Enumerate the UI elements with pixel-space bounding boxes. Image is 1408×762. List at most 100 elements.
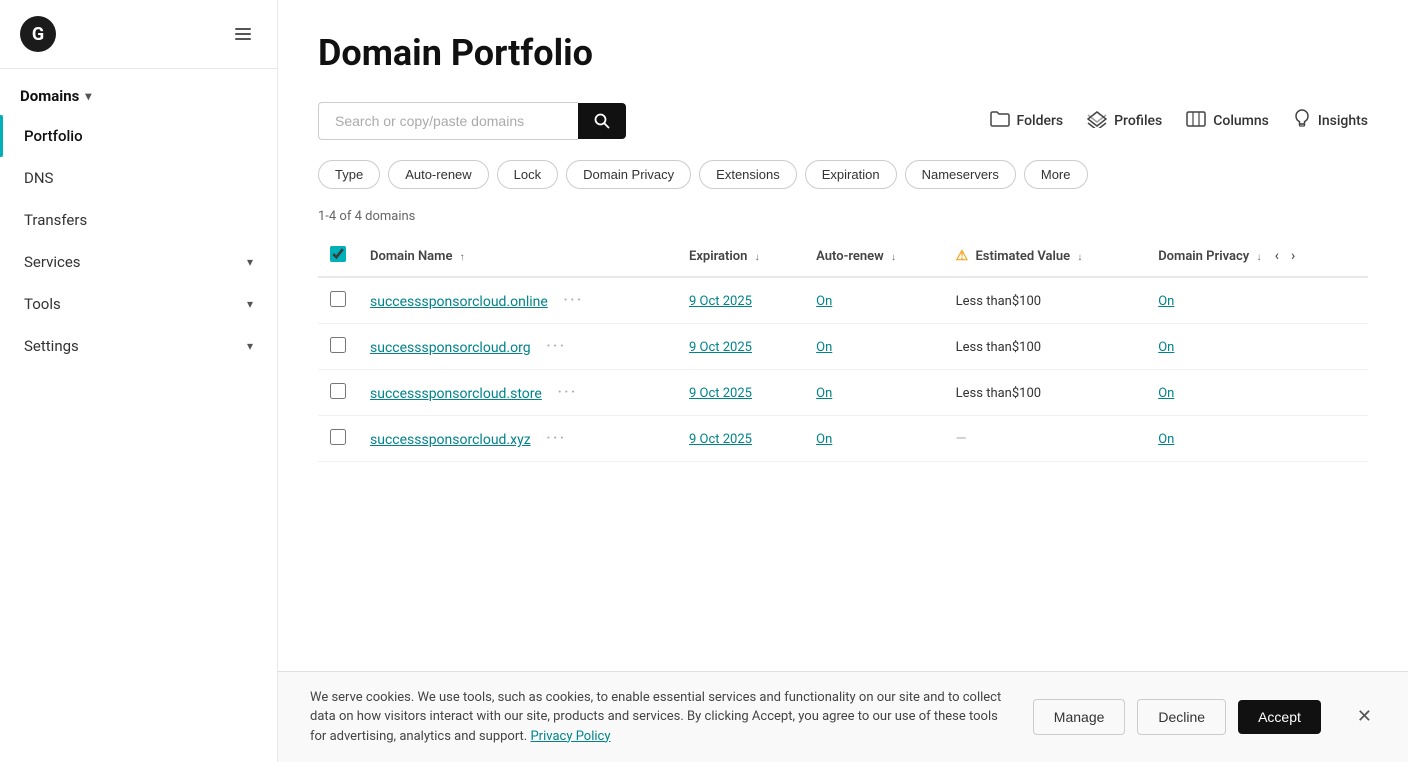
domain-privacy-link[interactable]: On: [1158, 340, 1174, 355]
domain-privacy-link[interactable]: On: [1158, 386, 1174, 401]
col-header-estimated-value[interactable]: ⚠ Estimated Value ↓: [944, 236, 1147, 277]
layers-icon: [1087, 110, 1107, 133]
sidebar-domains-label: Domains: [20, 87, 79, 105]
col-scroll-right-button[interactable]: ›: [1287, 246, 1299, 266]
profiles-button[interactable]: Profiles: [1087, 110, 1162, 133]
row-options-button[interactable]: ···: [557, 382, 577, 403]
cookie-manage-button[interactable]: Manage: [1033, 699, 1126, 735]
row-checkbox-cell: [318, 370, 358, 416]
select-all-checkbox[interactable]: [330, 246, 346, 262]
filter-auto-renew[interactable]: Auto-renew: [388, 160, 488, 189]
domains-table: Domain Name ↑ Expiration ↓ Auto-renew ↓ …: [318, 236, 1368, 462]
filter-nameservers[interactable]: Nameservers: [905, 160, 1016, 189]
col-scroll-left-button[interactable]: ‹: [1271, 246, 1283, 266]
row-checkbox-cell: [318, 324, 358, 370]
cookie-text: We serve cookies. We use tools, such as …: [310, 688, 1009, 747]
folders-label: Folders: [1017, 113, 1064, 129]
row-select-checkbox[interactable]: [330, 291, 346, 307]
sidebar-item-tools[interactable]: Tools ▾: [0, 283, 277, 325]
columns-button[interactable]: Columns: [1186, 110, 1269, 133]
search-input[interactable]: [318, 102, 578, 140]
col-header-domain-name[interactable]: Domain Name ↑: [358, 236, 677, 277]
row-options-button[interactable]: ···: [546, 428, 566, 449]
domain-name-cell: successsponsorcloud.store ···: [358, 370, 677, 416]
lightbulb-icon: [1293, 109, 1311, 134]
chevron-down-icon: ▾: [85, 89, 91, 103]
auto-renew-cell: On: [804, 416, 944, 462]
domain-privacy-link[interactable]: On: [1158, 432, 1174, 447]
page-title: Domain Portfolio: [318, 32, 1368, 74]
table-row: successsponsorcloud.xyz ··· 9 Oct 2025 O…: [318, 416, 1368, 462]
auto-renew-link[interactable]: On: [816, 294, 832, 309]
folders-button[interactable]: Folders: [990, 110, 1064, 133]
expiration-link[interactable]: 9 Oct 2025: [689, 386, 752, 401]
estimated-value: Less than$100: [956, 294, 1041, 309]
sidebar-item-label: DNS: [24, 169, 53, 187]
search-container: [318, 102, 626, 140]
filter-domain-privacy[interactable]: Domain Privacy: [566, 160, 691, 189]
auto-renew-link[interactable]: On: [816, 340, 832, 355]
filter-expiration[interactable]: Expiration: [805, 160, 897, 189]
expiration-link[interactable]: 9 Oct 2025: [689, 432, 752, 447]
main-content: Domain Portfolio: [278, 0, 1408, 671]
auto-renew-cell: On: [804, 370, 944, 416]
sidebar-domains-dropdown[interactable]: Domains ▾: [0, 77, 277, 115]
select-all-header: [318, 236, 358, 277]
filter-type[interactable]: Type: [318, 160, 380, 189]
auto-renew-link[interactable]: On: [816, 386, 832, 401]
sidebar-item-label: Tools: [24, 295, 61, 313]
filters-bar: Type Auto-renew Lock Domain Privacy Exte…: [318, 160, 1368, 189]
sidebar-item-dns[interactable]: DNS: [0, 157, 277, 199]
cookie-decline-button[interactable]: Decline: [1137, 699, 1226, 735]
col-header-auto-renew[interactable]: Auto-renew ↓: [804, 236, 944, 277]
chevron-down-icon: ▾: [247, 255, 253, 269]
collapse-sidebar-button[interactable]: [229, 20, 257, 48]
sidebar-header: G: [0, 0, 277, 69]
cookie-close-button[interactable]: ✕: [1353, 702, 1376, 731]
privacy-policy-link[interactable]: Privacy Policy: [530, 729, 610, 744]
sidebar-nav: Domains ▾ Portfolio DNS Transfers Servic…: [0, 69, 277, 762]
domain-link[interactable]: successsponsorcloud.org: [370, 340, 531, 356]
filter-extensions[interactable]: Extensions: [699, 160, 797, 189]
folder-icon: [990, 110, 1010, 133]
sidebar-item-services[interactable]: Services ▾: [0, 241, 277, 283]
domain-privacy-cell: On: [1146, 324, 1368, 370]
filter-lock[interactable]: Lock: [497, 160, 558, 189]
expiration-cell: 9 Oct 2025: [677, 370, 804, 416]
sidebar-item-settings[interactable]: Settings ▾: [0, 325, 277, 367]
auto-renew-link[interactable]: On: [816, 432, 832, 447]
expiration-link[interactable]: 9 Oct 2025: [689, 340, 752, 355]
sidebar-item-transfers[interactable]: Transfers: [0, 199, 277, 241]
domain-privacy-cell: On: [1146, 370, 1368, 416]
profiles-label: Profiles: [1114, 113, 1162, 129]
row-options-button[interactable]: ···: [563, 290, 583, 311]
domain-privacy-link[interactable]: On: [1158, 294, 1174, 309]
sidebar-item-label: Transfers: [24, 211, 87, 229]
row-select-checkbox[interactable]: [330, 383, 346, 399]
estimated-value-cell: Less than$100: [944, 324, 1147, 370]
expiration-link[interactable]: 9 Oct 2025: [689, 294, 752, 309]
domain-link[interactable]: successsponsorcloud.xyz: [370, 432, 531, 448]
logo-icon: G: [20, 16, 56, 52]
filter-more[interactable]: More: [1024, 160, 1088, 189]
expiration-cell: 9 Oct 2025: [677, 324, 804, 370]
estimated-value: Less than$100: [956, 340, 1041, 355]
search-button[interactable]: [578, 103, 626, 139]
col-header-domain-privacy[interactable]: Domain Privacy ↓ ‹ ›: [1146, 236, 1368, 277]
sidebar-item-portfolio[interactable]: Portfolio: [0, 115, 277, 157]
row-select-checkbox[interactable]: [330, 429, 346, 445]
col-header-expiration[interactable]: Expiration ↓: [677, 236, 804, 277]
row-checkbox-cell: [318, 277, 358, 324]
cookie-accept-button[interactable]: Accept: [1238, 700, 1321, 734]
domain-link[interactable]: successsponsorcloud.online: [370, 294, 548, 310]
columns-label: Columns: [1213, 113, 1269, 129]
row-select-checkbox[interactable]: [330, 337, 346, 353]
domain-name-cell: successsponsorcloud.org ···: [358, 324, 677, 370]
row-options-button[interactable]: ···: [546, 336, 566, 357]
chevron-down-icon: ▾: [247, 297, 253, 311]
domain-link[interactable]: successsponsorcloud.store: [370, 386, 542, 402]
chevron-down-icon: ▾: [247, 339, 253, 353]
estimated-value-dash: —: [956, 431, 967, 447]
insights-button[interactable]: Insights: [1293, 109, 1368, 134]
insights-label: Insights: [1318, 113, 1368, 129]
